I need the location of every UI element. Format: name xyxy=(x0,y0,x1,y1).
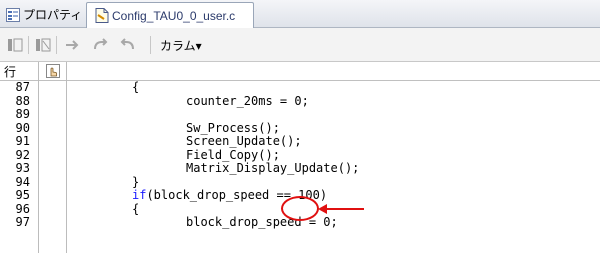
tab-properties-label: プロパティ xyxy=(23,8,83,22)
annotation-arrow-shaft xyxy=(322,208,364,210)
toolbar-divider xyxy=(56,36,57,54)
annotation-arrow-icon xyxy=(318,204,327,214)
line-number: 95 xyxy=(15,188,30,202)
line-number: 92 xyxy=(15,147,30,162)
code-line[interactable]: Screen_Update(); xyxy=(186,135,302,148)
tab-properties[interactable]: プロパティ xyxy=(2,3,86,26)
line-number: 89 xyxy=(15,107,30,121)
code-line[interactable]: block_drop_speed = 0; xyxy=(186,216,338,229)
c-file-icon xyxy=(95,8,109,23)
hand-pointer-icon[interactable] xyxy=(46,64,60,78)
toolbar-divider xyxy=(28,36,29,54)
line-column-header: 行 xyxy=(4,65,17,79)
line-number: 93 xyxy=(15,161,30,175)
bookmark-toggle-icon[interactable] xyxy=(6,36,24,54)
bookmark-clear-icon[interactable] xyxy=(34,36,52,54)
code-line[interactable]: { xyxy=(132,202,139,216)
line-number: 94 xyxy=(15,174,30,189)
code-line[interactable]: { xyxy=(132,81,139,94)
code-line[interactable]: } xyxy=(132,175,139,189)
tab-config-file-label: Config_TAU0_0_user.c xyxy=(112,8,236,23)
editor-toolbar: カラム▾ xyxy=(0,28,600,62)
highlight-circle-annotation xyxy=(281,196,319,221)
properties-icon xyxy=(6,7,20,22)
code-line[interactable]: counter_20ms = 0; xyxy=(186,94,309,108)
redo-icon[interactable] xyxy=(92,36,110,54)
code-line[interactable]: Matrix_Display_Update(); xyxy=(186,162,359,175)
line-number-divider xyxy=(38,62,39,253)
keyword-token: if xyxy=(132,188,147,202)
tab-config-file[interactable]: Config_TAU0_0_user.c xyxy=(86,2,254,28)
line-number: 90 xyxy=(15,120,30,135)
editor-tab-bar: プロパティ Config_TAU0_0_user.c xyxy=(0,0,600,28)
code-line[interactable]: Sw_Process(); xyxy=(186,121,280,135)
line-number: 91 xyxy=(15,134,30,148)
line-number: 96 xyxy=(15,201,30,216)
line-number: 97 xyxy=(15,215,30,229)
column-menu-button[interactable]: カラム▾ xyxy=(160,37,202,54)
forward-arrow-icon[interactable] xyxy=(64,36,82,54)
line-number: 87 xyxy=(15,80,30,94)
toolbar-divider xyxy=(150,36,151,54)
gutter-header: 行 xyxy=(0,62,600,81)
undo-icon[interactable] xyxy=(118,36,136,54)
marker-column-divider xyxy=(66,62,67,253)
code-editor[interactable]: 行 87 {88 counter_20ms = 0; 89 90 Sw_Process()… xyxy=(0,62,600,253)
code-line[interactable]: Field_Copy(); xyxy=(186,148,280,162)
line-number: 88 xyxy=(15,93,30,108)
